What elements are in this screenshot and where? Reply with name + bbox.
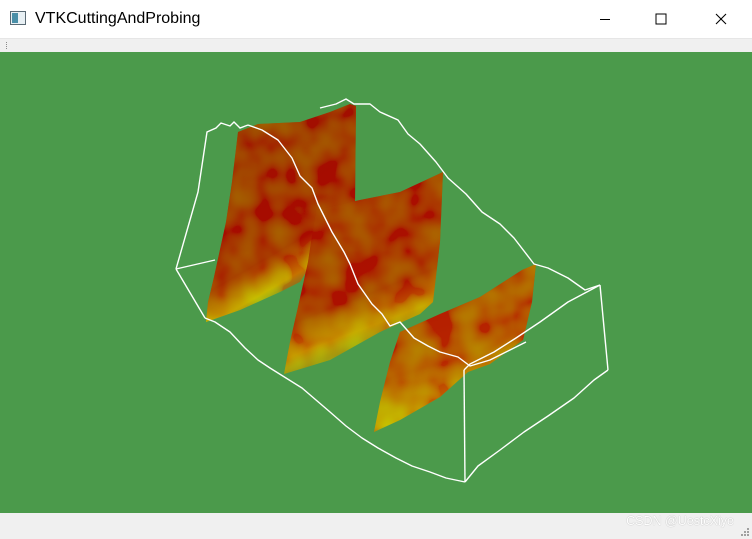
toolbar-strip bbox=[0, 38, 752, 53]
maximize-icon bbox=[655, 13, 667, 25]
toolbar-grip-icon[interactable] bbox=[6, 42, 9, 49]
render-viewport[interactable] bbox=[0, 52, 752, 513]
size-grip-icon[interactable] bbox=[740, 527, 750, 537]
minimize-icon bbox=[600, 19, 610, 20]
minimize-button[interactable] bbox=[582, 0, 628, 38]
window-title: VTKCuttingAndProbing bbox=[35, 10, 201, 27]
title-bar: VTKCuttingAndProbing bbox=[0, 0, 752, 38]
watermark-text: CSDN @UestcXiye bbox=[626, 514, 734, 528]
maximize-button[interactable] bbox=[638, 0, 684, 38]
app-icon bbox=[10, 11, 26, 25]
scene bbox=[175, 98, 609, 483]
close-button[interactable] bbox=[698, 0, 744, 38]
close-icon bbox=[715, 13, 727, 25]
